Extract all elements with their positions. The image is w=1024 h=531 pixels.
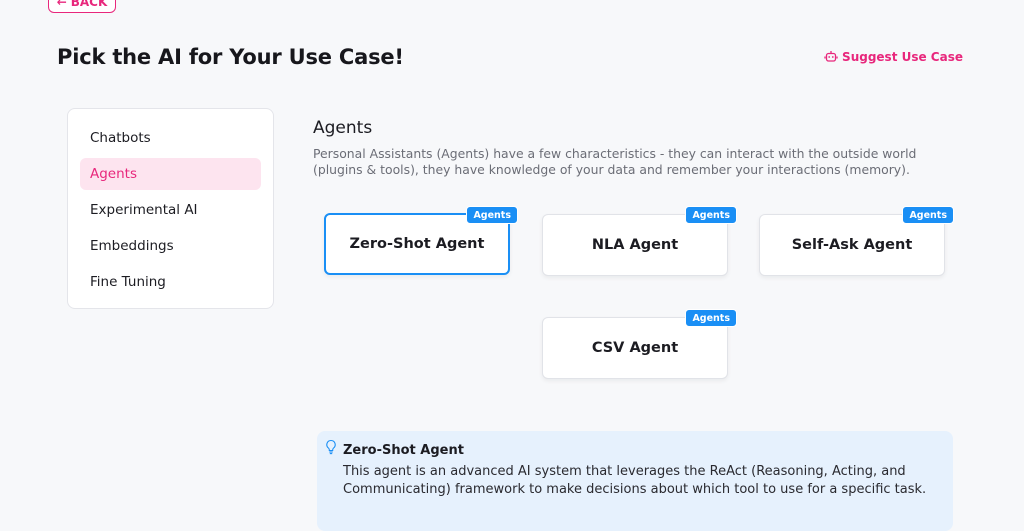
card-nla-agent[interactable]: NLA Agent Agents [542,206,737,276]
suggest-use-case-link[interactable]: Suggest Use Case [824,48,963,66]
sidebar-item-embeddings[interactable]: Embeddings [80,230,261,262]
category-badge: Agents [466,206,518,224]
card-title: NLA Agent [591,237,679,253]
sidebar-item-label: Experimental AI [90,202,198,218]
card-title: Zero-Shot Agent [349,236,485,252]
section-title: Agents [313,118,373,138]
sidebar-item-label: Fine Tuning [90,274,166,290]
card-title: CSV Agent [591,340,679,356]
sidebar-item-chatbots[interactable]: Chatbots [80,122,261,154]
back-button[interactable]: ← BACK [48,0,116,13]
category-badge: Agents [685,309,737,327]
page-title: Pick the AI for Your Use Case! [57,45,404,69]
arrow-left-icon: ← [56,0,67,9]
lightbulb-icon [324,439,338,459]
sidebar-item-label: Agents [90,166,137,182]
category-sidebar: Chatbots Agents Experimental AI Embeddin… [67,108,274,309]
category-badge: Agents [902,206,954,224]
card-zero-shot-agent[interactable]: Zero-Shot Agent Agents [324,206,518,275]
sidebar-item-label: Embeddings [90,238,174,254]
card-csv-agent[interactable]: CSV Agent Agents [542,309,737,379]
section-description: Personal Assistants (Agents) have a few … [313,146,917,177]
card-title: Self-Ask Agent [791,237,913,253]
sidebar-item-experimental-ai[interactable]: Experimental AI [80,194,261,226]
info-text: This agent is an advanced AI system that… [343,464,927,497]
info-panel: Zero-Shot Agent This agent is an advance… [317,431,953,531]
sidebar-item-agents[interactable]: Agents [80,158,261,190]
sidebar-item-fine-tuning[interactable]: Fine Tuning [80,266,261,298]
category-badge: Agents [685,206,737,224]
suggest-use-case-label: Suggest Use Case [842,50,963,64]
sidebar-item-label: Chatbots [90,130,151,146]
robot-icon [824,50,838,64]
info-title: Zero-Shot Agent [343,443,464,458]
card-self-ask-agent[interactable]: Self-Ask Agent Agents [759,206,954,276]
back-label: BACK [70,0,108,9]
